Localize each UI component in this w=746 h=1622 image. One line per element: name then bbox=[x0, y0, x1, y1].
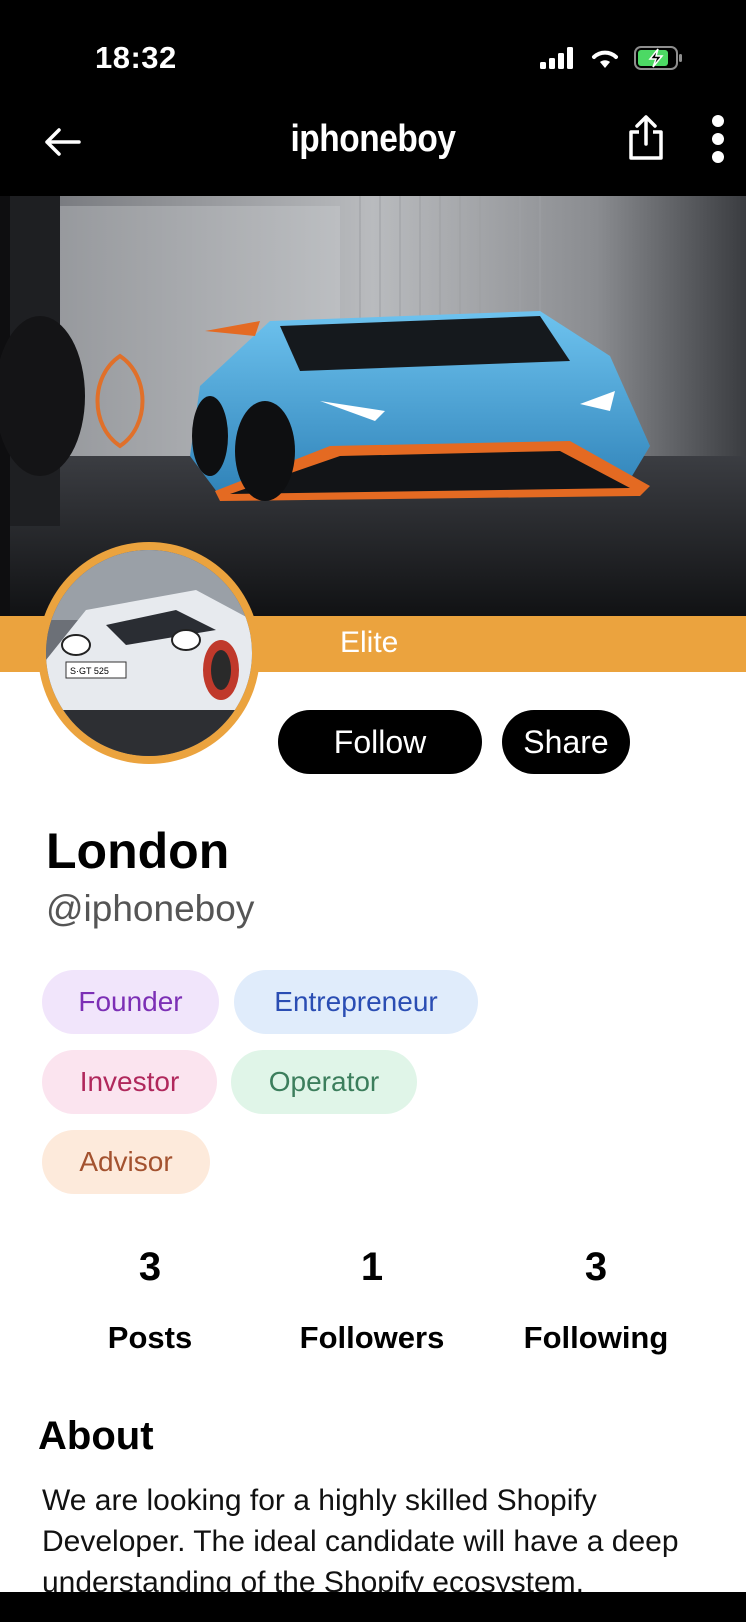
profile-handle: @iphoneboy bbox=[46, 888, 255, 929]
avatar-image: S·GT 525 bbox=[46, 550, 252, 756]
tag-founder[interactable]: Founder bbox=[42, 970, 219, 1034]
elite-badge: Elite bbox=[340, 626, 399, 659]
share-icon bbox=[629, 115, 663, 160]
top-bar: 18:32 iphoneboy bbox=[0, 0, 746, 196]
stat-posts-value: 3 bbox=[138, 1245, 162, 1289]
more-vertical-icon bbox=[712, 115, 724, 163]
share-button[interactable]: Share bbox=[502, 710, 630, 774]
tag-advisor[interactable]: Advisor bbox=[42, 1130, 210, 1194]
signal-icon bbox=[540, 47, 573, 69]
page-title: iphoneboy bbox=[290, 118, 456, 160]
avatar[interactable]: S·GT 525 bbox=[38, 542, 260, 764]
status-time: 18:32 bbox=[95, 40, 177, 75]
stat-posts[interactable]: 3 Posts bbox=[50, 1245, 250, 1356]
status-icons bbox=[540, 46, 684, 70]
share-icon-button[interactable] bbox=[622, 112, 670, 164]
stat-following[interactable]: 3 Following bbox=[496, 1245, 696, 1356]
tag-operator[interactable]: Operator bbox=[231, 1050, 417, 1114]
profile-name: London bbox=[46, 823, 230, 879]
bottom-bar bbox=[0, 1592, 746, 1622]
tag-entrepreneur[interactable]: Entrepreneur bbox=[234, 970, 478, 1034]
stat-followers-value: 1 bbox=[360, 1245, 384, 1289]
stat-followers-label: Followers bbox=[299, 1320, 445, 1355]
stat-following-label: Following bbox=[523, 1320, 669, 1355]
wifi-icon bbox=[592, 50, 618, 68]
svg-text:S·GT 525: S·GT 525 bbox=[70, 666, 109, 676]
stat-followers[interactable]: 1 Followers bbox=[272, 1245, 472, 1356]
stat-posts-label: Posts bbox=[107, 1320, 193, 1355]
follow-button[interactable]: Follow bbox=[278, 710, 482, 774]
battery-icon bbox=[634, 46, 682, 70]
tag-investor[interactable]: Investor bbox=[42, 1050, 217, 1114]
about-text: We are looking for a highly skilled Shop… bbox=[42, 1484, 679, 1599]
more-options-button[interactable] bbox=[704, 112, 732, 166]
stat-following-value: 3 bbox=[584, 1245, 608, 1289]
about-heading: About bbox=[38, 1414, 154, 1458]
